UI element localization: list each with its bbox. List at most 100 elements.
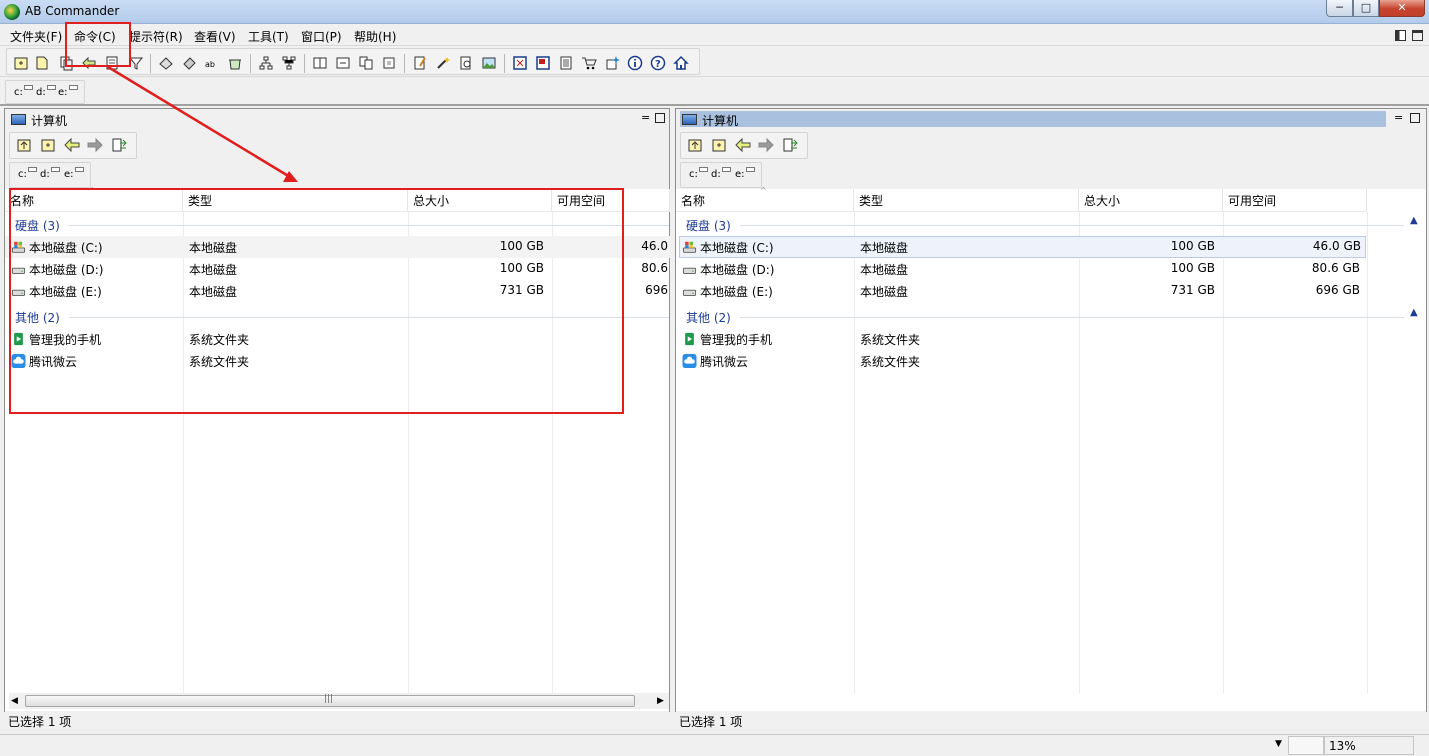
right-panel-drive-bar: c: d: e: [676, 161, 1426, 189]
column-header-total[interactable]: 总大小 [1079, 189, 1223, 212]
new-item-icon[interactable] [604, 55, 620, 71]
group-divider [740, 225, 1404, 226]
back-arrow-icon[interactable] [64, 137, 80, 153]
column-total-label: 总大小 [1084, 194, 1121, 208]
drive-c-label: c: [14, 87, 23, 98]
home-icon[interactable] [673, 55, 689, 71]
window-layout-icon[interactable] [535, 55, 551, 71]
column-type-label: 类型 [859, 194, 884, 208]
item-type: 系统文件夹 [860, 333, 921, 347]
notes-icon[interactable] [558, 55, 574, 71]
left-panel-toolbar [5, 129, 669, 161]
forward-arrow-icon[interactable] [87, 137, 103, 153]
menu-folder[interactable]: 文件夹(F) [10, 28, 62, 45]
menu-view[interactable]: 查看(V) [194, 28, 236, 45]
right-panel-maximize-icon[interactable] [1410, 113, 1420, 123]
list-item[interactable]: 管理我的手机 系统文件夹 [676, 328, 1426, 350]
collapse-group-icon[interactable]: ▲ [1410, 215, 1418, 226]
sync-folders-icon[interactable] [111, 137, 127, 153]
restore-window-icon[interactable] [1412, 30, 1423, 41]
drive-d-button[interactable]: d: [36, 85, 56, 98]
left-horizontal-scrollbar[interactable]: ◀ ||| ▶ [9, 693, 669, 709]
item-free: 46.0 GB [1312, 239, 1361, 253]
list-item[interactable]: 腾讯微云 系统文件夹 [676, 350, 1426, 372]
network-icon[interactable] [281, 55, 297, 71]
magic-icon[interactable] [435, 55, 451, 71]
sync-folders-icon[interactable] [782, 137, 798, 153]
compare-icon[interactable] [358, 55, 374, 71]
scroll-thumb[interactable]: ||| [25, 694, 635, 707]
menu-help[interactable]: 帮助(H) [354, 28, 396, 45]
up-folder-icon[interactable] [16, 137, 32, 153]
menu-tools[interactable]: 工具(T) [248, 28, 289, 45]
column-header-name[interactable]: 名称 ^ [676, 186, 854, 212]
scroll-right-icon[interactable]: ▶ [657, 696, 664, 706]
right-drive-c-button[interactable]: c: [689, 167, 708, 180]
info-icon[interactable] [627, 55, 643, 71]
left-panel-title-area: 计算机 [9, 111, 633, 128]
phone-manager-icon [685, 332, 694, 346]
split-view-icon[interactable] [312, 55, 328, 71]
new-folder-icon[interactable] [40, 137, 56, 153]
left-status-bar: 已选择 1 项 [5, 711, 669, 729]
new-folder-icon[interactable] [13, 55, 29, 71]
list-item[interactable]: 本地磁盘 (D:) 本地磁盘 100 GB 80.6 GB [676, 258, 1426, 280]
search-file-icon[interactable] [458, 55, 474, 71]
list-item-selected[interactable]: 本地磁盘 (C:) 本地磁盘 100 GB 46.0 GB [679, 236, 1366, 258]
group-header-disks[interactable]: 硬盘 (3) [686, 217, 731, 234]
tree-view-icon[interactable] [258, 55, 274, 71]
cart-icon[interactable] [581, 55, 597, 71]
drive-e-button[interactable]: e: [58, 85, 78, 98]
right-drive-d-label: d: [711, 169, 721, 180]
left-drive-c-button[interactable]: c: [18, 167, 37, 180]
up-folder-icon[interactable] [687, 137, 703, 153]
right-panel-menu-icon[interactable]: = [1394, 112, 1403, 123]
item-name: 管理我的手机 [700, 333, 773, 347]
scroll-grip: ||| [324, 694, 334, 704]
column-header-free[interactable]: 可用空间 [1223, 189, 1367, 212]
left-panel-menu-icon[interactable]: = [641, 112, 650, 123]
dropdown-arrow-icon[interactable]: ▼ [1275, 739, 1282, 749]
left-drive-d-label: d: [40, 169, 50, 180]
new-folder-icon[interactable] [711, 137, 727, 153]
cloud-icon [682, 354, 697, 368]
bottom-input-box[interactable] [1288, 736, 1324, 755]
swap-panels-icon[interactable] [335, 55, 351, 71]
help-icon[interactable]: ? [650, 55, 666, 71]
sync-icon[interactable] [381, 55, 397, 71]
left-drive-d-button[interactable]: d: [40, 167, 60, 180]
collapse-group-icon[interactable]: ▲ [1410, 307, 1418, 318]
forward-eraser-icon[interactable] [181, 55, 197, 71]
menu-prompt[interactable]: 提示符(R) [129, 28, 183, 45]
menu-window[interactable]: 窗口(P) [301, 28, 342, 45]
back-arrow-icon[interactable] [735, 137, 751, 153]
right-panel: 计算机 = c: d: e: 名称 ^ 类型 总大小 可用空间 硬盘 (3) ▲ [675, 108, 1427, 729]
right-drive-d-button[interactable]: d: [711, 167, 731, 180]
column-header-type[interactable]: 类型 [854, 189, 1079, 212]
left-drive-e-button[interactable]: e: [64, 167, 84, 180]
group-header-other[interactable]: 其他 (2) [686, 309, 731, 326]
image-icon[interactable] [481, 55, 497, 71]
tile-windows-icon[interactable] [1395, 30, 1406, 41]
back-eraser-icon[interactable] [158, 55, 174, 71]
left-drive-frame: c: d: e: [9, 162, 91, 188]
annotation-highlight-list [9, 188, 624, 414]
recycle-icon[interactable] [227, 55, 243, 71]
item-total: 100 GB [1170, 239, 1215, 253]
close-button[interactable]: ✕ [1379, 0, 1425, 17]
maximize-button[interactable]: □ [1353, 0, 1379, 17]
abc-icon[interactable]: ab [204, 55, 220, 71]
minimize-button[interactable]: ─ [1326, 0, 1353, 17]
forward-arrow-icon[interactable] [758, 137, 774, 153]
right-drive-e-button[interactable]: e: [735, 167, 755, 180]
list-item[interactable]: 本地磁盘 (E:) 本地磁盘 731 GB 696 GB [676, 280, 1426, 302]
item-name: 本地磁盘 (C:) [700, 241, 774, 255]
column-free-label: 可用空间 [1228, 194, 1277, 208]
scroll-left-icon[interactable]: ◀ [11, 696, 18, 706]
edit-icon[interactable] [412, 55, 428, 71]
drive-c-button[interactable]: c: [14, 85, 33, 98]
fullscreen-icon[interactable] [512, 55, 528, 71]
left-panel-maximize-icon[interactable] [655, 113, 665, 123]
new-file-icon[interactable] [34, 55, 50, 71]
column-name-label: 名称 [681, 194, 706, 208]
